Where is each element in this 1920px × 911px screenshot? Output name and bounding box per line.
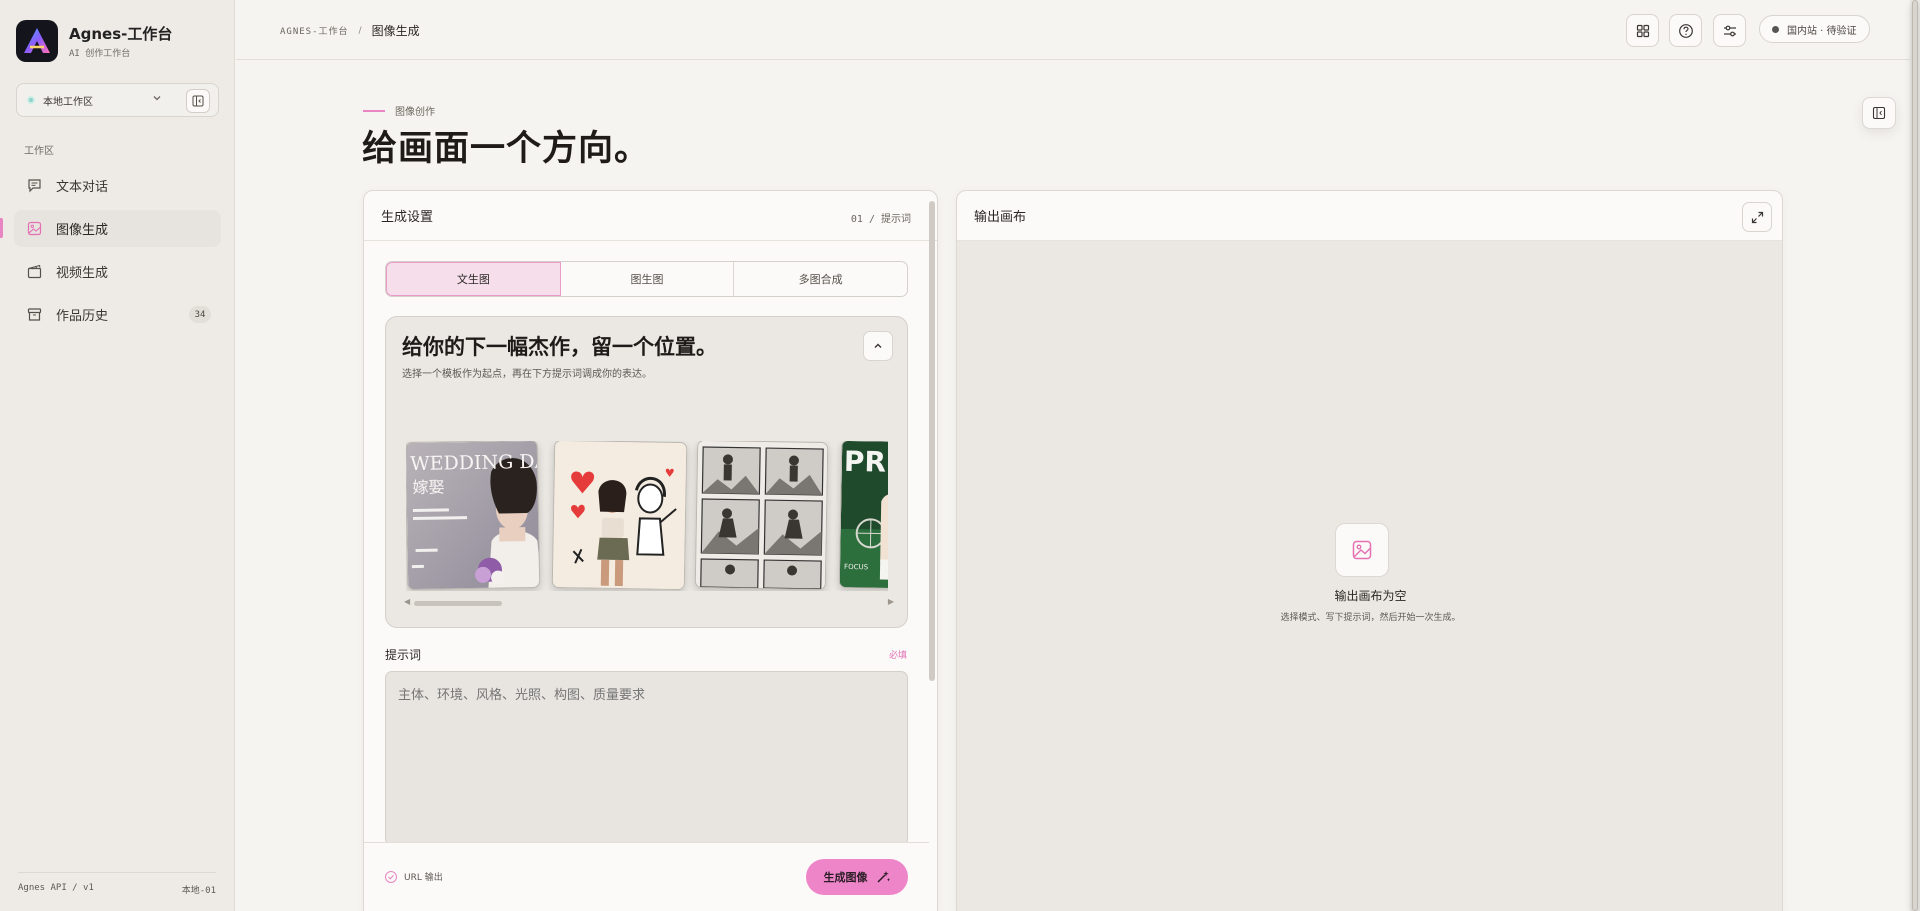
- panel-right-icon: [1872, 106, 1886, 120]
- grid-button[interactable]: [1626, 14, 1659, 47]
- sidebar-item-label: 作品历史: [56, 309, 109, 324]
- settings-button[interactable]: [1713, 14, 1746, 47]
- url-output-label: URL 输出: [404, 873, 443, 883]
- sidebar-collapse-button[interactable]: [186, 89, 210, 113]
- status-dot: [1772, 25, 1779, 33]
- expand-icon: [1751, 211, 1763, 223]
- template-thumb-poster[interactable]: PRE FOCUS: [838, 441, 888, 591]
- tab-multi-image[interactable]: 多图合成: [734, 262, 907, 296]
- help-button[interactable]: [1669, 14, 1702, 47]
- empty-state-title: 输出画布为空: [1334, 589, 1407, 603]
- sidebar-item-text-chat[interactable]: 文本对话: [14, 167, 221, 204]
- help-icon: [1678, 23, 1693, 38]
- template-title: 给你的下一幅杰作，留一个位置。: [402, 335, 717, 359]
- tab-text-to-image[interactable]: 文生图: [386, 262, 561, 296]
- thumb-poster-sub: FOCUS: [844, 563, 869, 571]
- thumb-poster-title: PRE: [844, 445, 888, 479]
- url-output-toggle[interactable]: URL 输出: [385, 870, 443, 883]
- api-version: Agnes API / v1: [18, 883, 94, 893]
- brand[interactable]: Agnes-工作台 AI 创作工作台: [16, 20, 172, 62]
- brand-title: Agnes-工作台: [69, 25, 173, 43]
- breadcrumb-separator: /: [358, 25, 362, 36]
- mode-tabs: 文生图 图生图 多图合成: [385, 261, 908, 297]
- chat-icon: [26, 178, 42, 194]
- breadcrumb-root[interactable]: AGNES-工作台: [280, 24, 349, 37]
- sidebar-item-label: 图像生成: [56, 223, 109, 238]
- generate-image-button[interactable]: 生成图像: [806, 859, 908, 895]
- output-title: 输出画布: [974, 210, 1027, 225]
- active-indicator: [0, 218, 3, 238]
- step-label: 01 / 提示词: [850, 214, 911, 225]
- workspace-label: 本地工作区: [43, 96, 93, 108]
- sidebar-item-label: 视频生成: [56, 266, 109, 281]
- section-eyebrow: 图像创作: [363, 103, 435, 118]
- history-count-badge: 34: [189, 306, 211, 323]
- region-status-pill[interactable]: 国内站 · 待验证: [1759, 15, 1870, 43]
- tab-image-to-image[interactable]: 图生图: [561, 262, 735, 296]
- brand-subtitle: AI 创作工作台: [69, 49, 131, 59]
- workspace-status-dot: [27, 96, 35, 104]
- expand-canvas-button[interactable]: [1742, 202, 1772, 232]
- output-canvas-panel: 输出画布 输出画布为空 选择模式、写下提示词，然后开始一次生成。: [956, 190, 1783, 911]
- template-thumb-comic[interactable]: [694, 441, 829, 591]
- panel-left-icon: [192, 95, 204, 107]
- prompt-required-tag: 必填: [888, 651, 907, 661]
- template-thumb-wedding[interactable]: WEDDING DA 嫁娶: [406, 441, 541, 591]
- chevron-up-icon: [874, 343, 882, 348]
- sidebar: Agnes-工作台 AI 创作工作台 本地工作区 工作区 文本对话 图像生成 视…: [0, 0, 235, 911]
- template-thumb-doodle[interactable]: [551, 441, 688, 591]
- template-subtitle: 选择一个模板作为起点，再在下方提示词调成你的表达。: [402, 369, 652, 380]
- panel-scrollbar[interactable]: [929, 201, 935, 681]
- empty-state-subtitle: 选择模式、写下提示词，然后开始一次生成。: [1280, 613, 1461, 623]
- sparkle-wand-icon: [876, 871, 890, 883]
- panel-toggle-button[interactable]: [1862, 97, 1896, 129]
- template-thumbnails: WEDDING DA 嫁娶 PRE FOCUS: [406, 441, 888, 591]
- image-icon: [26, 221, 42, 237]
- workspace-selector[interactable]: 本地工作区: [16, 83, 219, 117]
- topbar: AGNES-工作台 / 图像生成 国内站 · 待验证: [236, 0, 1920, 60]
- sidebar-item-image-gen[interactable]: 图像生成: [14, 210, 221, 247]
- sidebar-item-video-gen[interactable]: 视频生成: [14, 253, 221, 290]
- thumb-wedding-title: WEDDING DA: [410, 451, 540, 475]
- eyebrow-text: 图像创作: [395, 107, 435, 118]
- prompt-input[interactable]: [385, 671, 908, 846]
- page-scrollbar[interactable]: [1910, 0, 1920, 911]
- generation-settings-panel: 生成设置 01 / 提示词 文生图 图生图 多图合成 给你的下一幅杰作，留一个位…: [363, 190, 938, 911]
- collapse-templates-button[interactable]: [863, 331, 893, 361]
- template-gallery: 给你的下一幅杰作，留一个位置。 选择一个模板作为起点，再在下方提示词调成你的表达…: [385, 316, 908, 628]
- check-circle-icon: [385, 870, 397, 883]
- breadcrumb: AGNES-工作台 / 图像生成: [280, 22, 420, 39]
- page-title: 给画面一个方向。: [362, 129, 651, 169]
- settings-footer: URL 输出 生成图像: [364, 842, 929, 911]
- generate-button-label: 生成图像: [823, 871, 868, 884]
- node-label: 本地-01: [181, 886, 216, 896]
- nav-section-label: 工作区: [24, 146, 54, 157]
- agnes-logo: [16, 20, 58, 62]
- sidebar-item-label: 文本对话: [56, 180, 109, 195]
- sliders-icon: [1723, 25, 1736, 36]
- video-icon: [26, 264, 42, 280]
- region-status-text: 国内站 · 待验证: [1787, 25, 1857, 37]
- breadcrumb-current: 图像生成: [371, 24, 420, 38]
- prompt-label: 提示词: [385, 648, 422, 662]
- sidebar-item-history[interactable]: 作品历史 34: [14, 296, 221, 333]
- empty-image-icon: [1335, 523, 1389, 577]
- sidebar-footer: Agnes API / v1 本地-01: [18, 872, 216, 896]
- thumb-wedding-sub: 嫁娶: [412, 477, 444, 497]
- grid-icon: [1636, 24, 1649, 37]
- archive-icon: [26, 307, 42, 323]
- output-canvas: 输出画布为空 选择模式、写下提示词，然后开始一次生成。: [957, 241, 1782, 911]
- chevron-down-icon[interactable]: [152, 93, 162, 106]
- template-hscrollbar[interactable]: ◀ ▶: [404, 597, 894, 608]
- settings-title: 生成设置: [381, 210, 434, 225]
